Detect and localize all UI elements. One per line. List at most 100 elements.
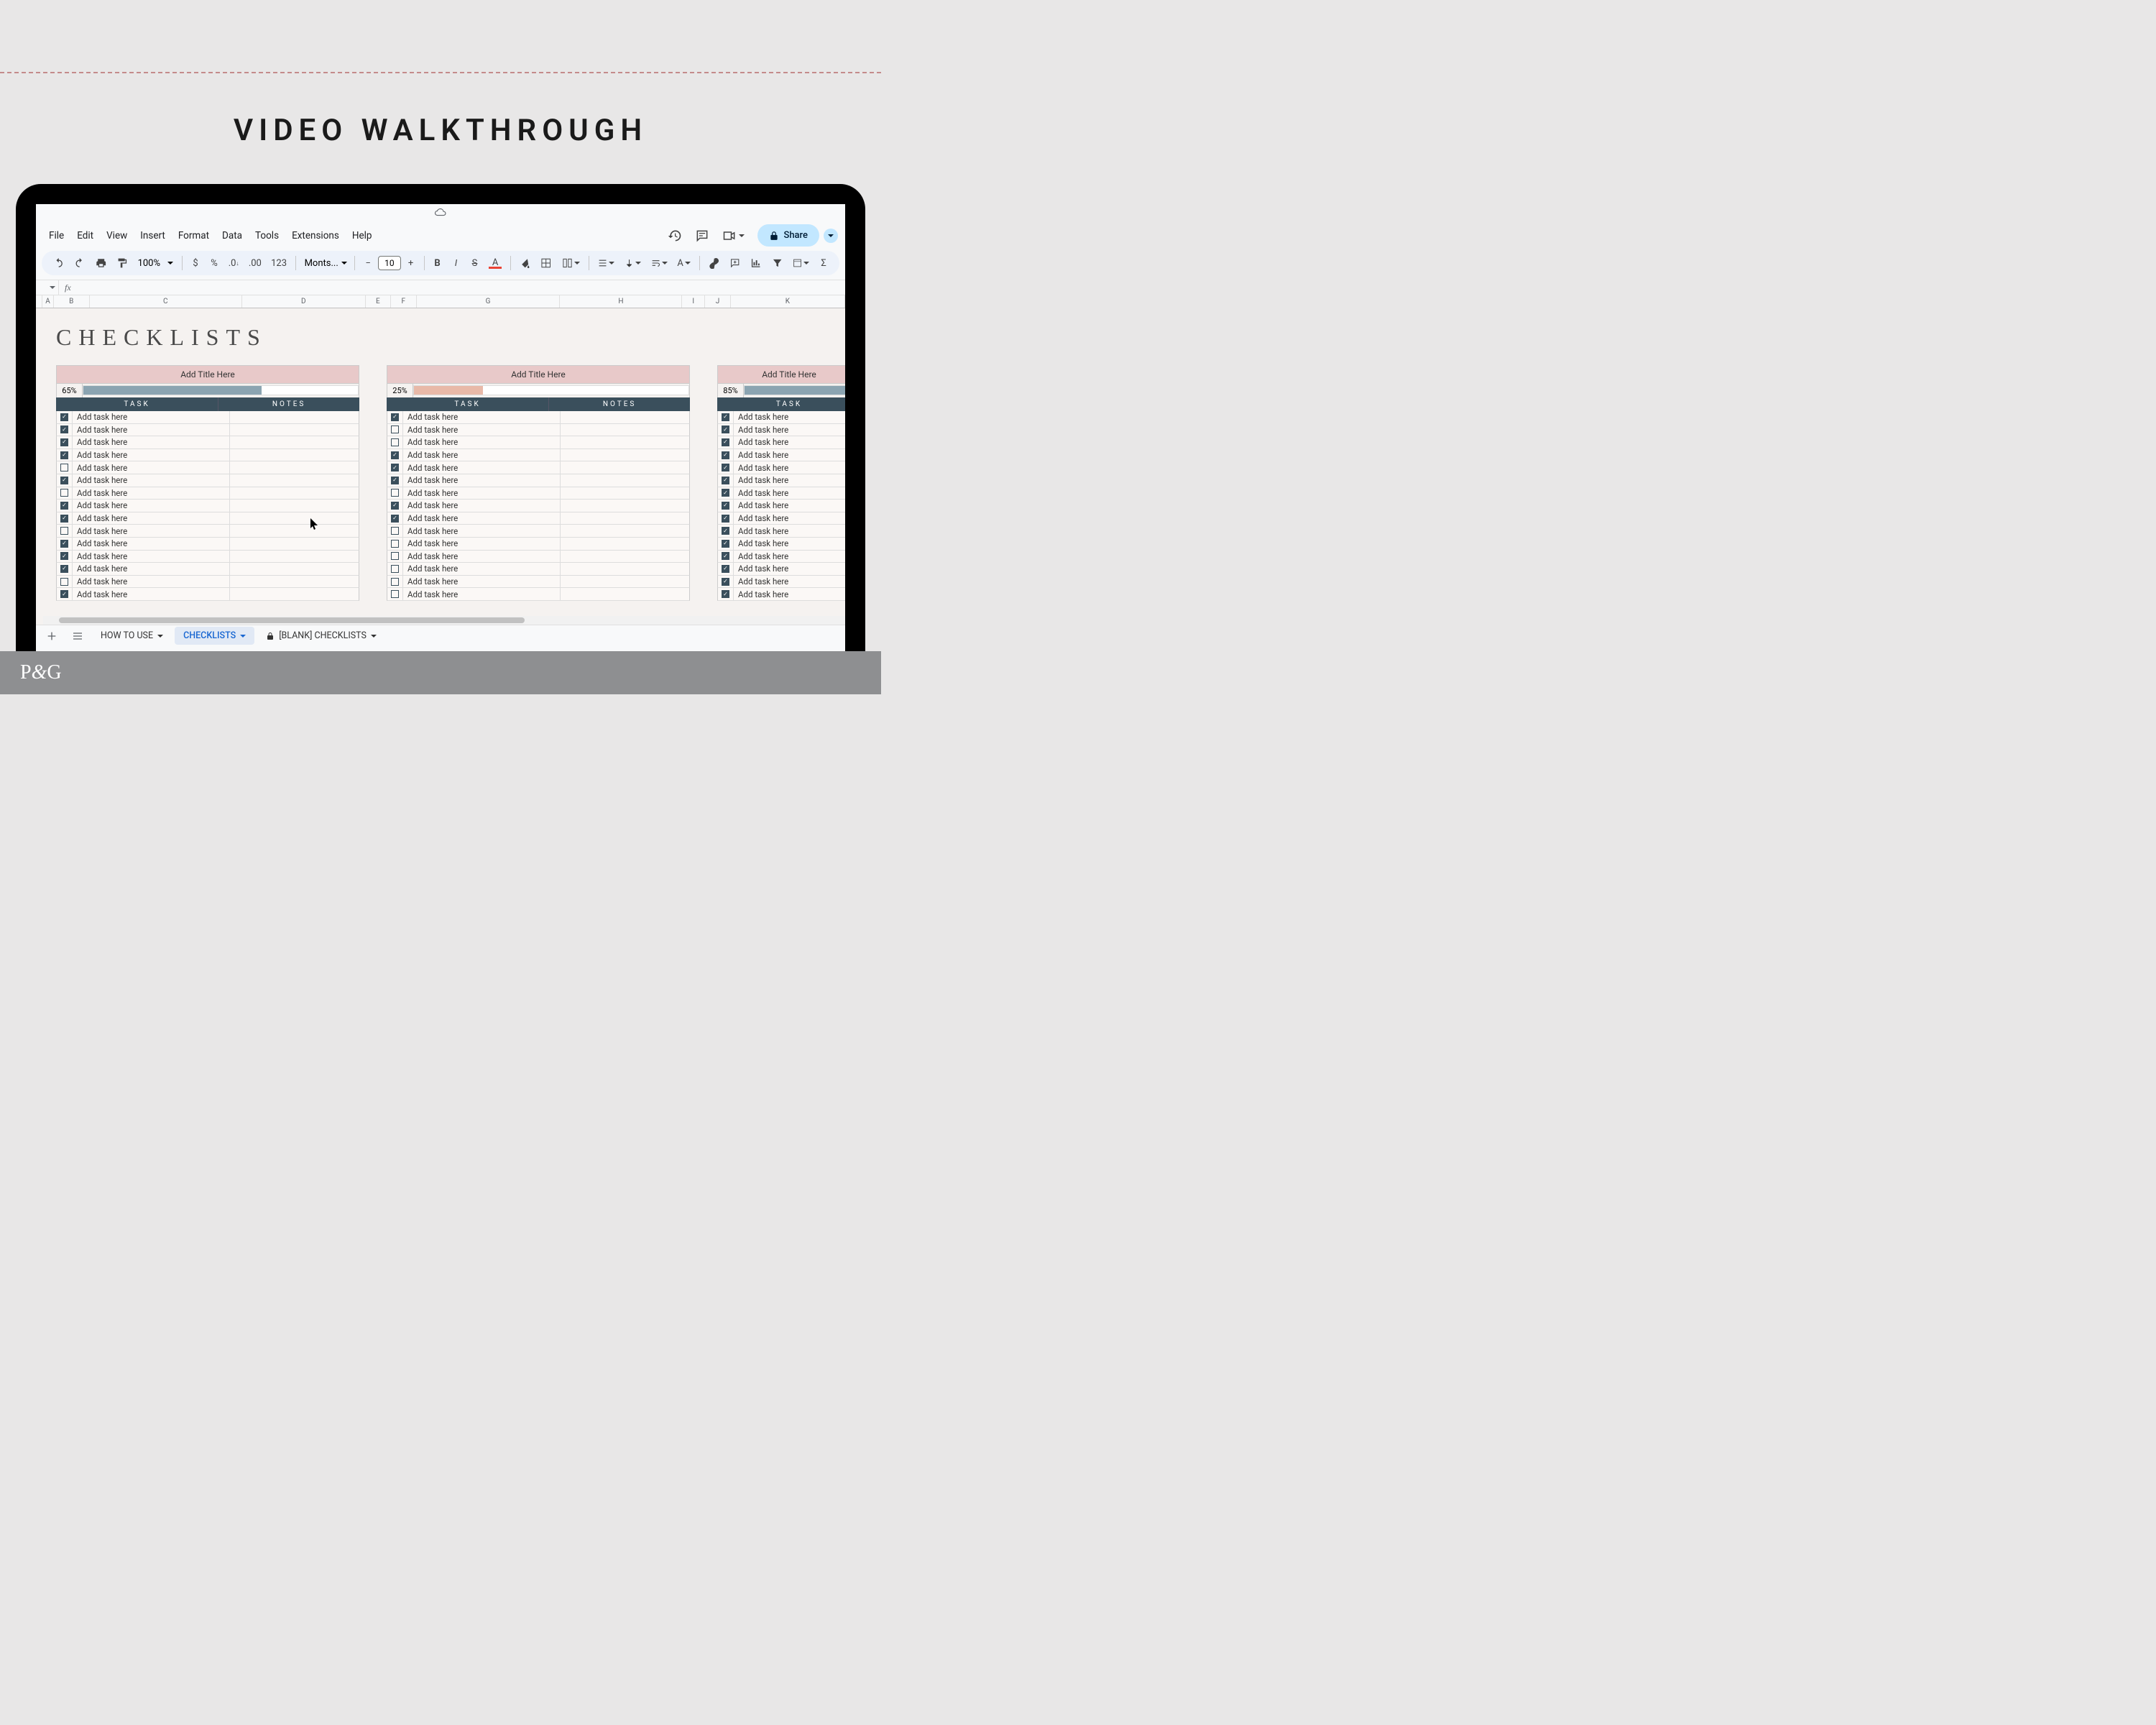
task-notes[interactable] xyxy=(230,474,359,487)
share-dropdown[interactable] xyxy=(824,229,838,243)
task-checkbox[interactable] xyxy=(57,436,73,448)
task-text[interactable]: Add task here xyxy=(734,538,845,550)
task-checkbox[interactable] xyxy=(718,411,734,423)
col-header-H[interactable]: H xyxy=(560,295,682,308)
task-text[interactable]: Add task here xyxy=(73,551,230,563)
menu-help[interactable]: Help xyxy=(346,227,378,244)
decrease-font-button[interactable]: − xyxy=(359,254,377,272)
task-text[interactable]: Add task here xyxy=(73,424,230,436)
task-notes[interactable] xyxy=(561,500,689,512)
task-notes[interactable] xyxy=(230,436,359,448)
col-header-B[interactable]: B xyxy=(54,295,90,308)
task-text[interactable]: Add task here xyxy=(403,538,561,550)
task-notes[interactable] xyxy=(561,436,689,448)
task-text[interactable]: Add task here xyxy=(734,461,845,474)
percent-button[interactable]: % xyxy=(206,254,223,272)
task-text[interactable]: Add task here xyxy=(403,424,561,436)
tab-how-to-use[interactable]: HOW TO USE xyxy=(92,627,172,645)
task-checkbox[interactable] xyxy=(718,512,734,525)
tab-blank-checklists[interactable]: [BLANK] CHECKLISTS xyxy=(257,627,385,645)
task-text[interactable]: Add task here xyxy=(73,474,230,487)
tab-checklists[interactable]: CHECKLISTS xyxy=(175,627,254,645)
font-select[interactable]: Monts... xyxy=(300,255,351,272)
task-checkbox[interactable] xyxy=(57,538,73,550)
task-checkbox[interactable] xyxy=(387,563,403,575)
task-checkbox[interactable] xyxy=(387,525,403,537)
task-checkbox[interactable] xyxy=(57,449,73,461)
task-notes[interactable] xyxy=(561,576,689,588)
task-checkbox[interactable] xyxy=(57,588,73,600)
task-text[interactable]: Add task here xyxy=(73,512,230,525)
task-notes[interactable] xyxy=(230,551,359,563)
task-text[interactable]: Add task here xyxy=(734,563,845,575)
task-text[interactable]: Add task here xyxy=(403,563,561,575)
font-size-input[interactable]: 10 xyxy=(378,256,400,270)
task-checkbox[interactable] xyxy=(387,500,403,512)
task-checkbox[interactable] xyxy=(718,474,734,487)
task-text[interactable]: Add task here xyxy=(73,461,230,474)
task-checkbox[interactable] xyxy=(387,424,403,436)
increase-decimal-button[interactable]: .00 xyxy=(244,254,265,272)
task-text[interactable]: Add task here xyxy=(73,588,230,600)
task-checkbox[interactable] xyxy=(57,551,73,563)
menu-file[interactable]: File xyxy=(43,227,70,244)
wrap-button[interactable] xyxy=(647,254,672,272)
share-button[interactable]: Share xyxy=(757,224,819,247)
comment-icon[interactable] xyxy=(695,229,709,243)
task-text[interactable]: Add task here xyxy=(734,449,845,461)
h-scrollbar[interactable] xyxy=(43,616,845,625)
task-notes[interactable] xyxy=(561,487,689,500)
task-text[interactable]: Add task here xyxy=(734,525,845,537)
task-checkbox[interactable] xyxy=(718,588,734,600)
menu-edit[interactable]: Edit xyxy=(71,227,99,244)
task-text[interactable]: Add task here xyxy=(734,576,845,588)
name-box[interactable] xyxy=(36,280,59,295)
task-checkbox[interactable] xyxy=(57,461,73,474)
task-checkbox[interactable] xyxy=(57,411,73,423)
task-notes[interactable] xyxy=(561,512,689,525)
all-sheets-button[interactable] xyxy=(66,627,89,645)
task-notes[interactable] xyxy=(230,487,359,500)
task-text[interactable]: Add task here xyxy=(403,436,561,448)
task-checkbox[interactable] xyxy=(57,474,73,487)
task-notes[interactable] xyxy=(230,588,359,600)
history-icon[interactable] xyxy=(668,229,682,243)
col-header-I[interactable]: I xyxy=(682,295,705,308)
col-header-A[interactable]: A xyxy=(42,295,54,308)
task-notes[interactable] xyxy=(561,563,689,575)
task-checkbox[interactable] xyxy=(718,551,734,563)
task-checkbox[interactable] xyxy=(718,436,734,448)
undo-button[interactable] xyxy=(49,254,68,272)
borders-button[interactable] xyxy=(536,254,556,272)
task-checkbox[interactable] xyxy=(57,487,73,500)
more-formats-button[interactable]: 123 xyxy=(267,254,291,272)
task-text[interactable]: Add task here xyxy=(734,424,845,436)
redo-button[interactable] xyxy=(70,254,89,272)
task-text[interactable]: Add task here xyxy=(403,588,561,600)
task-text[interactable]: Add task here xyxy=(73,449,230,461)
task-checkbox[interactable] xyxy=(387,449,403,461)
task-checkbox[interactable] xyxy=(387,436,403,448)
task-checkbox[interactable] xyxy=(387,474,403,487)
task-text[interactable]: Add task here xyxy=(403,525,561,537)
filter-views-button[interactable] xyxy=(788,254,814,272)
italic-button[interactable]: I xyxy=(448,254,465,272)
rotate-button[interactable]: A xyxy=(673,254,695,272)
task-notes[interactable] xyxy=(230,500,359,512)
task-notes[interactable] xyxy=(230,411,359,423)
task-checkbox[interactable] xyxy=(718,461,734,474)
task-text[interactable]: Add task here xyxy=(734,500,845,512)
print-button[interactable] xyxy=(91,254,111,272)
task-text[interactable]: Add task here xyxy=(403,411,561,423)
task-notes[interactable] xyxy=(561,474,689,487)
checklist-title[interactable]: Add Title Here xyxy=(717,365,845,384)
task-notes[interactable] xyxy=(561,588,689,600)
checklist-title[interactable]: Add Title Here xyxy=(56,365,359,384)
task-notes[interactable] xyxy=(561,538,689,550)
task-notes[interactable] xyxy=(561,424,689,436)
insert-chart-button[interactable] xyxy=(746,254,765,272)
task-checkbox[interactable] xyxy=(57,500,73,512)
task-checkbox[interactable] xyxy=(718,500,734,512)
task-text[interactable]: Add task here xyxy=(73,436,230,448)
menu-extensions[interactable]: Extensions xyxy=(286,227,345,244)
